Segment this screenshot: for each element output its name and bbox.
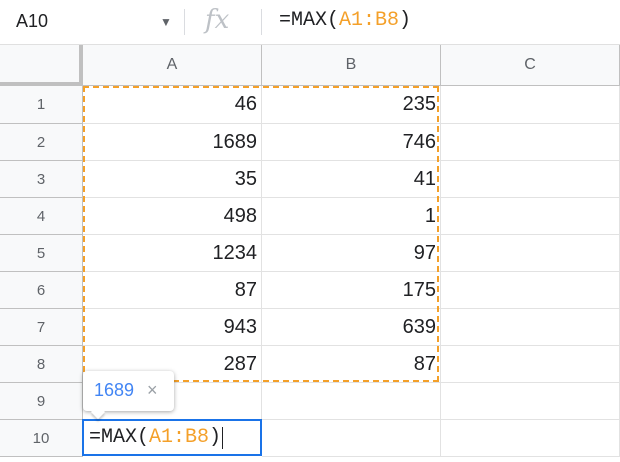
cell-a5[interactable]: 1234 — [83, 235, 262, 272]
preview-value: 1689 — [94, 380, 135, 400]
cell-c10[interactable] — [441, 420, 620, 457]
editor-range: A1:B8 — [149, 426, 210, 449]
column-header-a[interactable]: A — [83, 45, 262, 86]
close-icon[interactable]: × — [147, 380, 158, 401]
row-header-4[interactable]: 4 — [0, 198, 83, 235]
result-preview-tooltip: 1689 × — [83, 371, 174, 420]
divider — [261, 9, 262, 35]
formula-bar: A10 ▼ fx =MAX(A1:B8) — [0, 0, 620, 45]
cell-c8[interactable] — [441, 346, 620, 383]
fx-icon: fx — [205, 5, 230, 35]
cell-b4[interactable]: 1 — [262, 198, 441, 235]
cell-b9[interactable] — [262, 383, 441, 420]
cell-c5[interactable] — [441, 235, 620, 272]
formula-suffix: ) — [399, 9, 412, 32]
cell-b10[interactable] — [262, 420, 441, 457]
cell-a7[interactable]: 943 — [83, 309, 262, 346]
divider — [184, 9, 185, 35]
cell-c7[interactable] — [441, 309, 620, 346]
cell-b5[interactable]: 97 — [262, 235, 441, 272]
row-header-1[interactable]: 1 — [0, 86, 83, 124]
cell-a6[interactable]: 87 — [83, 272, 262, 309]
row-header-2[interactable]: 2 — [0, 124, 83, 161]
formula-input[interactable]: =MAX(A1:B8) — [279, 9, 411, 32]
formula-prefix: =MAX( — [279, 9, 340, 32]
active-cell-editor[interactable]: =MAX(A1:B8) — [82, 419, 262, 456]
cell-b3[interactable]: 41 — [262, 161, 441, 198]
cell-b2[interactable]: 746 — [262, 124, 441, 161]
row-header-10[interactable]: 10 — [0, 420, 83, 457]
cell-c4[interactable] — [441, 198, 620, 235]
cell-b8[interactable]: 87 — [262, 346, 441, 383]
cell-c2[interactable] — [441, 124, 620, 161]
editor-prefix: =MAX( — [89, 426, 150, 449]
select-all-corner[interactable] — [0, 45, 83, 86]
row-header-3[interactable]: 3 — [0, 161, 83, 198]
row-header-9[interactable]: 9 — [0, 383, 83, 420]
row-header-8[interactable]: 8 — [0, 346, 83, 383]
name-box-text: A10 — [16, 11, 49, 31]
cell-c9[interactable] — [441, 383, 620, 420]
row-header-5[interactable]: 5 — [0, 235, 83, 272]
column-header-c[interactable]: C — [441, 45, 620, 86]
cell-b1[interactable]: 235 — [262, 86, 441, 124]
column-header-b[interactable]: B — [262, 45, 441, 86]
row-header-6[interactable]: 6 — [0, 272, 83, 309]
cell-b6[interactable]: 175 — [262, 272, 441, 309]
name-box[interactable]: A10 ▼ — [0, 0, 184, 44]
cell-c3[interactable] — [441, 161, 620, 198]
cell-a2[interactable]: 1689 — [83, 124, 262, 161]
cell-a1[interactable]: 46 — [83, 86, 262, 124]
text-caret — [222, 426, 224, 449]
cell-b7[interactable]: 639 — [262, 309, 441, 346]
editor-suffix: ) — [209, 426, 222, 449]
formula-range: A1:B8 — [339, 9, 400, 32]
cell-c6[interactable] — [441, 272, 620, 309]
dropdown-arrow-icon[interactable]: ▼ — [160, 15, 172, 29]
row-header-7[interactable]: 7 — [0, 309, 83, 346]
cell-c1[interactable] — [441, 86, 620, 124]
cell-a3[interactable]: 35 — [83, 161, 262, 198]
cell-a4[interactable]: 498 — [83, 198, 262, 235]
